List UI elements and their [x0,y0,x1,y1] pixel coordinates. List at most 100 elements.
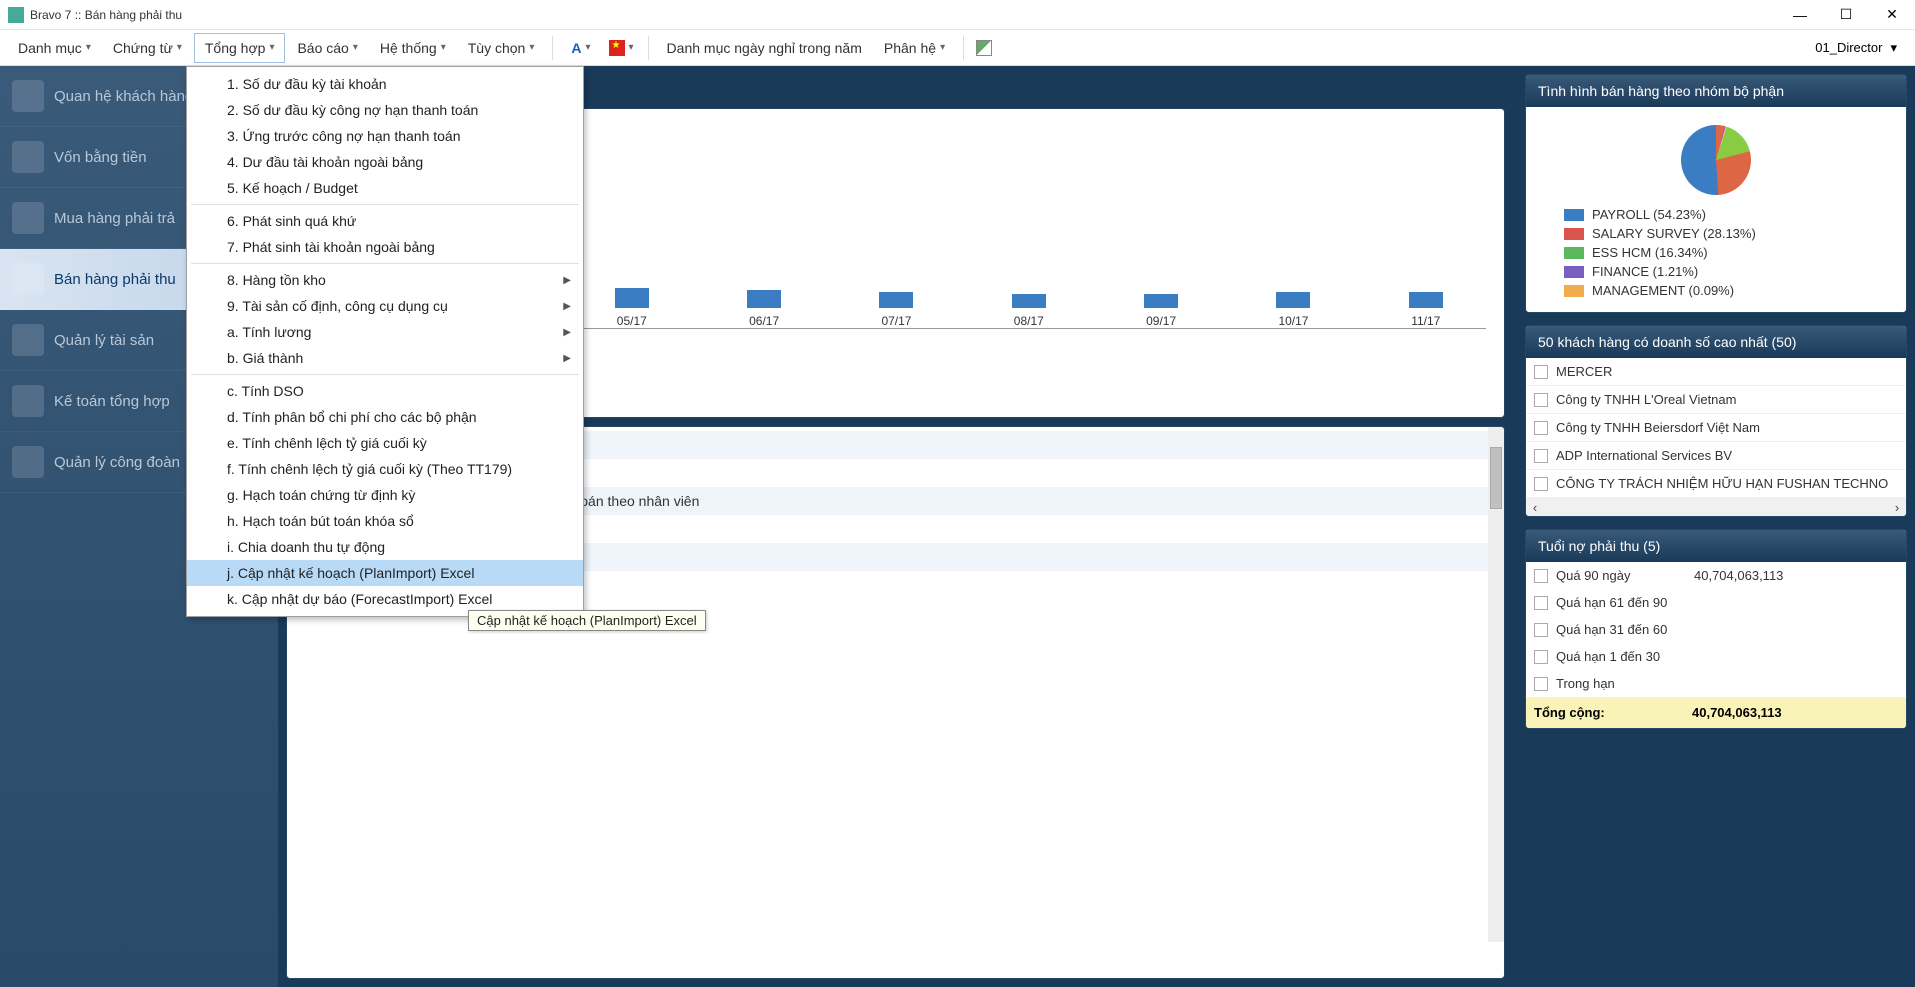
main-content: 7 8 9 10 11 12 /1704/1705/1706/1707/1708… [278,66,1915,987]
aging-row[interactable]: Quá hạn 1 đến 30 [1526,643,1906,670]
phanhe-menu[interactable]: Phân hệ▾ [874,34,955,62]
total-value: 40,704,063,113 [1692,705,1782,720]
checkbox[interactable] [1534,650,1548,664]
checkbox[interactable] [1534,596,1548,610]
menu-baocao[interactable]: Báo cáo▾ [287,34,367,62]
menu-item[interactable]: 3. Ứng trước công nợ hạn thanh toán [187,123,583,149]
font-button[interactable]: A▾ [561,34,600,62]
menu-item[interactable]: i. Chia doanh thu tự động [187,534,583,560]
customer-item[interactable]: ADP International Services BV [1526,442,1906,470]
menu-item[interactable]: b. Giá thành▶ [187,345,583,371]
menu-danhmuc[interactable]: Danh mục▾ [8,34,101,62]
legend-label: SALARY SURVEY (28.13%) [1592,226,1756,241]
menu-item-label: h. Hạch toán bút toán khóa sổ [227,513,414,529]
customer-item[interactable]: CÔNG TY TRÁCH NHIỆM HỮU HẠN FUSHAN TECHN… [1526,470,1906,498]
menu-item-label: i. Chia doanh thu tự động [227,539,385,555]
menu-item[interactable]: g. Hạch toán chứng từ định kỳ [187,482,583,508]
checkbox[interactable] [1534,569,1548,583]
gl-icon [12,385,44,417]
menu-tonghop[interactable]: Tổng hợp▾ [194,33,286,63]
checkbox[interactable] [1534,449,1548,463]
minimize-button[interactable]: — [1777,0,1823,30]
customer-name: CÔNG TY TRÁCH NHIỆM HỮU HẠN FUSHAN TECHN… [1556,476,1888,491]
legend-item: FINANCE (1.21%) [1564,262,1868,281]
panel-title: Tình hình bán hàng theo nhóm bộ phận [1526,75,1906,107]
sidebar-label: Vốn bằng tiền [54,149,147,166]
menu-item-label: 8. Hàng tồn kho [227,272,326,288]
panel-title: Tuổi nợ phải thu (5) [1526,530,1906,562]
menu-item-label: 4. Dư đầu tài khoản ngoài bảng [227,154,423,170]
aging-label: Quá 90 ngày [1556,568,1686,583]
checkbox[interactable] [1534,677,1548,691]
menu-item[interactable]: f. Tính chênh lệch tỷ giá cuối kỳ (Theo … [187,456,583,482]
scroll-right-icon[interactable]: › [1888,498,1906,516]
menu-tuychon[interactable]: Tùy chọn▾ [458,34,545,62]
h-scrollbar[interactable]: ‹ › [1526,498,1906,516]
aging-row[interactable]: Quá 90 ngày40,704,063,113 [1526,562,1906,589]
menu-item[interactable]: 5. Kế hoạch / Budget [187,175,583,201]
language-button[interactable]: ▾ [603,36,640,60]
chevron-down-icon: ▾ [441,42,446,53]
menu-item[interactable]: e. Tính chênh lệch tỷ giá cuối kỳ [187,430,583,456]
aging-row[interactable]: Quá hạn 31 đến 60 [1526,616,1906,643]
customer-name: Công ty TNHH Beiersdorf Việt Nam [1556,420,1760,435]
menu-hethong[interactable]: Hệ thống▾ [370,34,456,62]
chart-x-label: 08/17 [1014,314,1044,328]
close-button[interactable]: ✕ [1869,0,1915,30]
chart-bar [1276,292,1310,308]
menu-item[interactable]: d. Tính phân bổ chi phí cho các bộ phận [187,404,583,430]
menu-item[interactable]: j. Cập nhật kế hoạch (PlanImport) Excel [187,560,583,586]
checkbox[interactable] [1534,393,1548,407]
menu-item[interactable]: k. Cập nhật dự báo (ForecastImport) Exce… [187,586,583,612]
menu-item[interactable]: 6. Phát sinh quá khứ [187,208,583,234]
customer-item[interactable]: Công ty TNHH Beiersdorf Việt Nam [1526,414,1906,442]
aging-row[interactable]: Quá hạn 61 đến 90 [1526,589,1906,616]
checkbox[interactable] [1534,365,1548,379]
customer-name: MERCER [1556,364,1612,379]
checkbox[interactable] [1534,477,1548,491]
chart-x-label: 07/17 [881,314,911,328]
legend-item: SALARY SURVEY (28.13%) [1564,224,1868,243]
app-icon [8,7,24,23]
scroll-left-icon[interactable]: ‹ [1526,498,1544,516]
checkbox[interactable] [1534,421,1548,435]
top50-panel: 50 khách hàng có doanh số cao nhất (50) … [1525,325,1907,517]
holiday-menu[interactable]: Danh mục ngày nghỉ trong năm [657,34,872,62]
menu-item-label: 1. Số dư đầu kỳ tài khoản [227,76,387,92]
menu-chungtu[interactable]: Chứng từ▾ [103,34,192,62]
tonghop-dropdown: 1. Số dư đầu kỳ tài khoản 2. Số dư đầu kỳ… [186,66,584,617]
customer-item[interactable]: MERCER [1526,358,1906,386]
chart-bar [1012,294,1046,308]
menu-item-label: 2. Số dư đầu kỳ công nợ hạn thanh toán [227,102,478,118]
refresh-button[interactable] [972,36,996,60]
checkbox[interactable] [1534,623,1548,637]
tooltip: Cập nhật kế hoạch (PlanImport) Excel [468,610,706,631]
pie-legend: PAYROLL (54.23%)SALARY SURVEY (28.13%)ES… [1534,201,1898,304]
flag-vn-icon [609,40,625,56]
menu-item[interactable]: h. Hạch toán bút toán khóa sổ [187,508,583,534]
legend-swatch [1564,247,1584,259]
menu-item[interactable]: 2. Số dư đầu kỳ công nợ hạn thanh toán [187,97,583,123]
cash-icon [12,141,44,173]
menu-item[interactable]: 7. Phát sinh tài khoản ngoài bảng [187,234,583,260]
legend-swatch [1564,285,1584,297]
menu-item-label: 6. Phát sinh quá khứ [227,213,356,229]
menu-item[interactable]: 4. Dư đầu tài khoản ngoài bảng [187,149,583,175]
menu-item[interactable]: 9. Tài sản cố định, công cụ dụng cụ▶ [187,293,583,319]
customer-item[interactable]: Công ty TNHH L'Oreal Vietnam [1526,386,1906,414]
customer-name: ADP International Services BV [1556,448,1732,463]
menu-item[interactable]: 8. Hàng tồn kho▶ [187,267,583,293]
chart-x-label: 09/17 [1146,314,1176,328]
scrollbar[interactable] [1488,427,1504,942]
menu-item[interactable]: a. Tính lương▶ [187,319,583,345]
menu-item[interactable]: c. Tính DSO [187,378,583,404]
menu-item[interactable]: 1. Số dư đầu kỳ tài khoản [187,71,583,97]
menu-item-label: a. Tính lương [227,324,311,340]
user-selector[interactable]: 01_Director▾ [1805,36,1907,60]
maximize-button[interactable]: ☐ [1823,0,1869,30]
refresh-icon [976,40,992,56]
aging-row[interactable]: Trong hạn [1526,670,1906,697]
sidebar-label: Bán hàng phải thu [54,271,176,288]
legend-swatch [1564,209,1584,221]
chart-x-label: 05/17 [617,314,647,328]
